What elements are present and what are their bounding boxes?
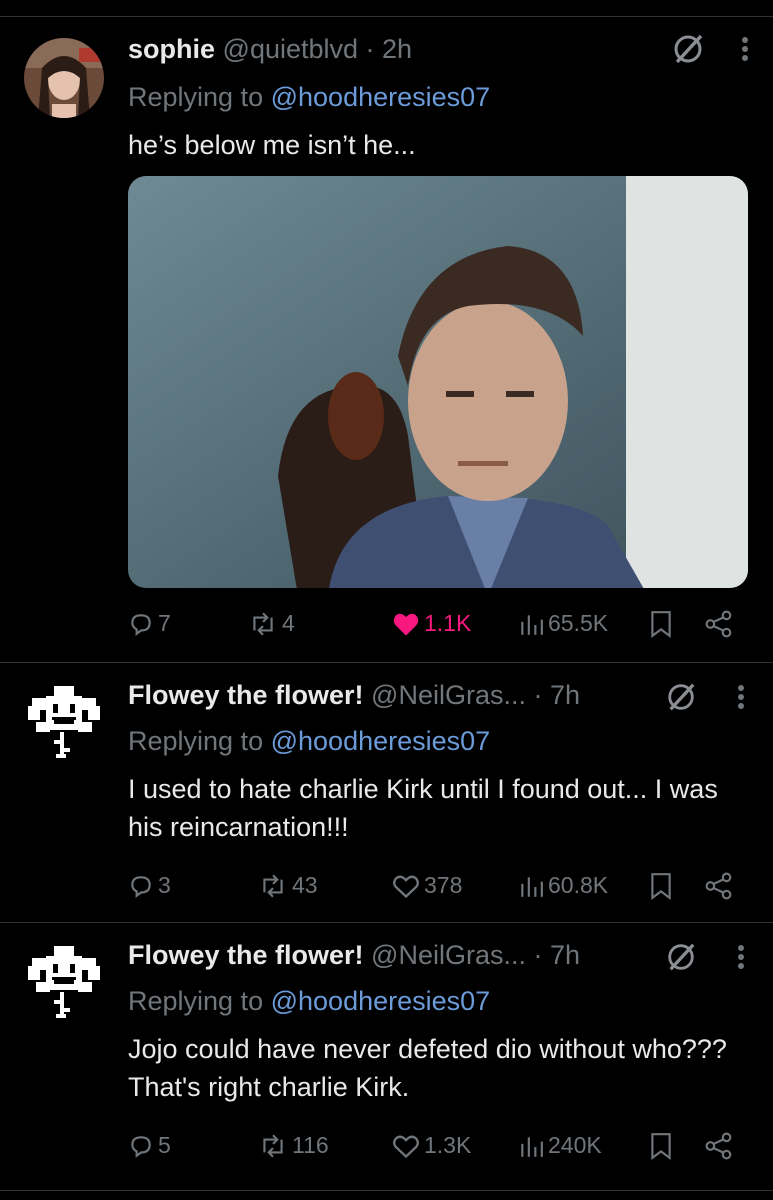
replying-prefix: Replying to	[128, 82, 264, 112]
repost-action[interactable]: 4	[248, 610, 295, 637]
tweet-top-actions	[671, 32, 749, 71]
replying-handle[interactable]: @hoodheresies07	[271, 986, 491, 1016]
timestamp[interactable]: · 2h	[366, 34, 413, 64]
views-count: 60.8K	[548, 872, 609, 898]
views-count: 240K	[548, 1132, 602, 1158]
like-icon	[393, 1135, 419, 1158]
avatar-sophie[interactable]	[24, 38, 104, 118]
bookmark-action[interactable]	[650, 872, 672, 900]
user-handle[interactable]: @NeilGras...	[371, 940, 526, 970]
replying-prefix: Replying to	[128, 726, 264, 756]
share-action[interactable]	[705, 1132, 733, 1160]
reply-action[interactable]: 7	[128, 610, 171, 637]
reply-icon	[131, 1135, 151, 1158]
replying-to: Replying to @hoodheresies07	[128, 986, 490, 1017]
repost-icon	[263, 1134, 283, 1157]
reply-icon	[131, 875, 151, 898]
reply-icon	[131, 613, 151, 636]
views-action[interactable]: 60.8K	[518, 872, 608, 899]
repost-count: 43	[292, 872, 318, 898]
more-icon[interactable]	[737, 680, 745, 719]
repost-action[interactable]: 43	[258, 872, 318, 899]
grok-icon[interactable]	[665, 941, 697, 978]
repost-count: 116	[292, 1132, 329, 1158]
tweet-3[interactable]: Flowey the flower! @NeilGras... · 7h Rep…	[0, 924, 773, 1188]
like-action[interactable]: 1.1K	[392, 610, 471, 637]
tweet-text: he’s below me isn’t he...	[128, 130, 416, 160]
bottom-divider	[0, 1190, 773, 1191]
repost-icon	[253, 612, 273, 635]
reply-action[interactable]: 5	[128, 1132, 171, 1159]
bookmark-action[interactable]	[650, 610, 672, 638]
views-icon	[521, 614, 543, 635]
share-icon	[705, 872, 732, 900]
replying-handle[interactable]: @hoodheresies07	[271, 82, 491, 112]
display-name[interactable]: sophie	[128, 34, 215, 64]
replying-prefix: Replying to	[128, 986, 264, 1016]
like-action[interactable]: 1.3K	[392, 1132, 471, 1159]
bookmark-icon	[651, 611, 671, 638]
reply-count: 3	[158, 872, 171, 898]
replying-handle[interactable]: @hoodheresies07	[271, 726, 491, 756]
repost-icon	[263, 874, 283, 897]
share-icon	[705, 1132, 732, 1160]
reply-count: 5	[158, 1132, 171, 1158]
like-icon	[393, 875, 419, 898]
tweet-2[interactable]: Flowey the flower! @NeilGras... · 7h Rep…	[0, 664, 773, 922]
share-action[interactable]	[705, 872, 733, 900]
views-icon	[521, 876, 543, 897]
timestamp[interactable]: · 7h	[534, 680, 581, 710]
tweet-1[interactable]: sophie @quietblvd · 2h Replying to @hood…	[0, 0, 773, 660]
more-icon[interactable]	[737, 940, 745, 979]
user-handle[interactable]: @NeilGras...	[371, 680, 526, 710]
views-action[interactable]: 240K	[518, 1132, 602, 1159]
share-action[interactable]	[705, 610, 733, 638]
share-icon	[705, 610, 732, 638]
more-icon[interactable]	[741, 32, 749, 71]
reply-count: 7	[158, 610, 171, 636]
like-count: 1.3K	[424, 1132, 472, 1158]
grok-icon[interactable]	[665, 681, 697, 718]
tweet-top-actions	[665, 940, 745, 979]
avatar-flowey[interactable]	[24, 942, 104, 1022]
tweet-top-actions	[665, 680, 745, 719]
user-handle[interactable]: @quietblvd	[223, 34, 359, 64]
tweet-text: I used to hate charlie Kirk until I foun…	[128, 774, 718, 842]
timestamp[interactable]: · 7h	[534, 940, 581, 970]
reply-action[interactable]: 3	[128, 872, 171, 899]
repost-action[interactable]: 116	[258, 1132, 329, 1159]
like-action[interactable]: 378	[392, 872, 462, 899]
avatar-flowey[interactable]	[24, 682, 104, 762]
views-icon	[521, 1136, 543, 1157]
tweet-divider-2	[0, 922, 773, 923]
repost-count: 4	[282, 610, 295, 636]
like-icon	[393, 613, 419, 636]
replying-to: Replying to @hoodheresies07	[128, 726, 490, 757]
views-count: 65.5K	[548, 610, 609, 636]
like-count: 1.1K	[424, 610, 472, 636]
bookmark-icon	[651, 1133, 671, 1160]
views-action[interactable]: 65.5K	[518, 610, 608, 637]
like-count: 378	[424, 872, 463, 898]
bookmark-action[interactable]	[650, 1132, 672, 1160]
display-name[interactable]: Flowey the flower!	[128, 940, 364, 970]
display-name[interactable]: Flowey the flower!	[128, 680, 364, 710]
bookmark-icon	[651, 873, 671, 900]
replying-to: Replying to @hoodheresies07	[128, 82, 490, 113]
grok-icon[interactable]	[671, 32, 705, 71]
tweet-divider-1	[0, 662, 773, 663]
tweet-text: Jojo could have never defeted dio withou…	[128, 1034, 727, 1102]
tweet-media-image[interactable]	[128, 176, 748, 588]
